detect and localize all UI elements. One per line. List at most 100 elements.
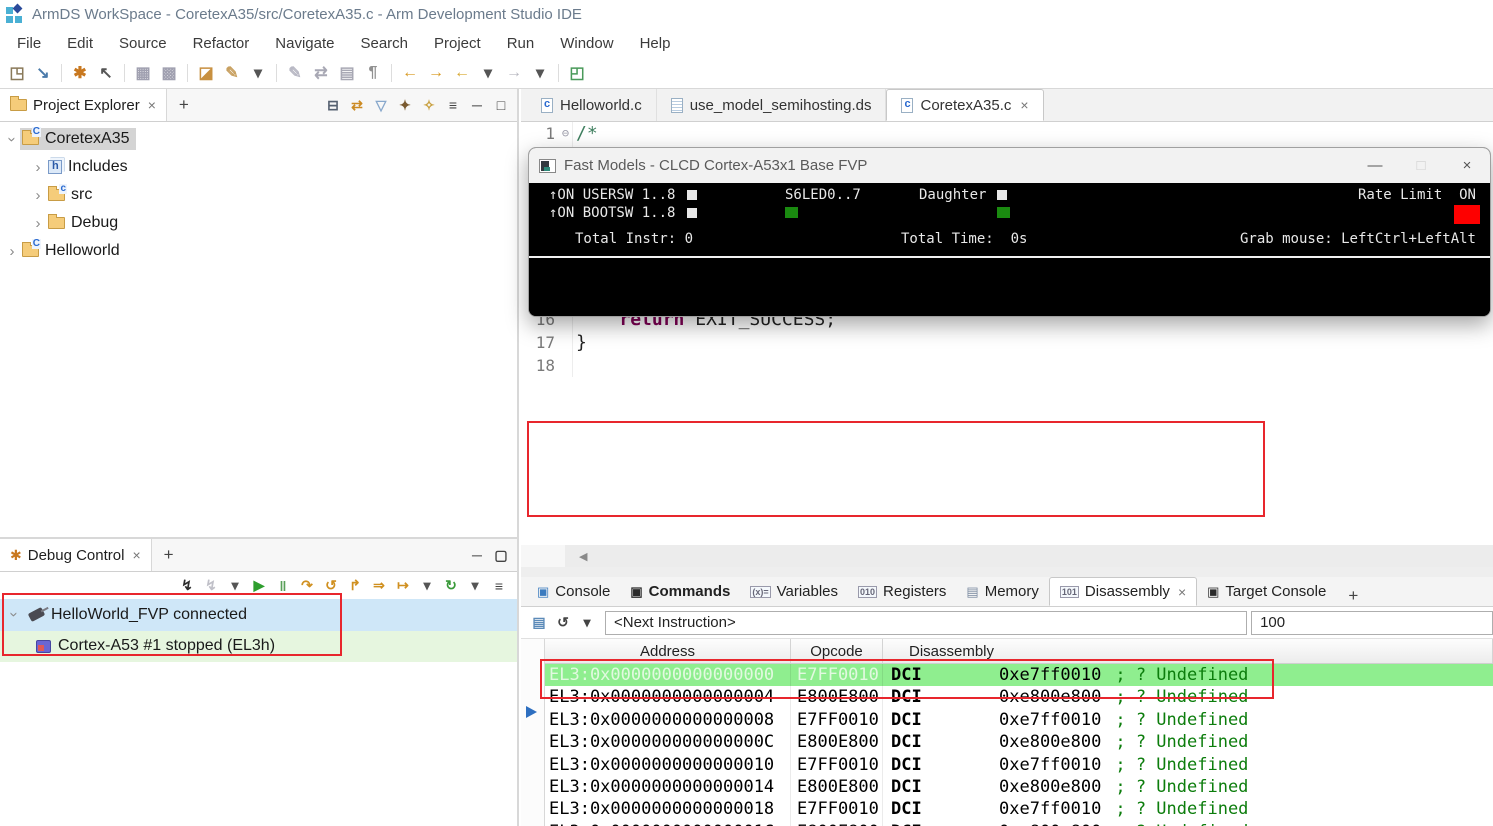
- save-all-icon[interactable]: ▩: [157, 61, 181, 85]
- column-header-opcode[interactable]: Opcode: [791, 639, 883, 663]
- close-icon[interactable]: ×: [1178, 584, 1186, 600]
- close-icon[interactable]: ×: [1020, 97, 1028, 113]
- step-instruction-icon[interactable]: ⇒: [368, 575, 390, 597]
- menu-project[interactable]: Project: [421, 35, 494, 52]
- disassembly-row[interactable]: EL3:0x000000000000000CE800E800DCI0xe800e…: [545, 731, 1493, 753]
- outline-icon[interactable]: ▤: [335, 61, 359, 85]
- minimize-icon[interactable]: ─: [466, 544, 488, 566]
- export-log-icon[interactable]: ▤: [528, 612, 550, 634]
- forward-icon[interactable]: →: [424, 61, 448, 85]
- step-out-icon[interactable]: ↺: [320, 575, 342, 597]
- tab-debug-control[interactable]: ✱ Debug Control ×: [0, 539, 152, 571]
- address-input[interactable]: <Next Instruction>: [605, 611, 1247, 635]
- debug-item[interactable]: ›HelloWorld_FVP connected: [0, 599, 517, 631]
- new-view-button[interactable]: +: [1336, 586, 1370, 606]
- editor-tab-helloworld.c[interactable]: Helloworld.c: [527, 89, 657, 121]
- tree-item-src[interactable]: ›src: [0, 181, 517, 209]
- tab-disassembly[interactable]: 101Disassembly×: [1049, 577, 1197, 606]
- chevron-icon[interactable]: ›: [4, 131, 21, 147]
- menu-navigate[interactable]: Navigate: [262, 35, 347, 52]
- menu-run[interactable]: Run: [494, 35, 548, 52]
- maximize-icon[interactable]: □: [490, 94, 512, 116]
- tree-item-coretexa35[interactable]: ›CoretexA35: [0, 125, 517, 153]
- scroll-left-icon[interactable]: ◀: [565, 550, 587, 563]
- dropdown-icon[interactable]: ▾: [464, 575, 486, 597]
- tab-variables[interactable]: (x)=Variables: [740, 577, 848, 606]
- debug-icon[interactable]: ✱: [68, 61, 92, 85]
- tree-item-includes[interactable]: ›Includes: [0, 153, 517, 181]
- disconnect-icon[interactable]: ↯: [200, 575, 222, 597]
- menu-source[interactable]: Source: [106, 35, 180, 52]
- fast-models-window[interactable]: Fast Models - CLCD Cortex-A53x1 Base FVP…: [528, 147, 1491, 317]
- tree-item-helloworld[interactable]: ›Helloworld: [0, 237, 517, 265]
- history-icon[interactable]: ↺: [552, 612, 574, 634]
- fast-models-title-bar[interactable]: Fast Models - CLCD Cortex-A53x1 Base FVP…: [529, 148, 1490, 183]
- import-icon[interactable]: ↘: [31, 61, 55, 85]
- open-element-icon[interactable]: ◪: [194, 61, 218, 85]
- chevron-icon[interactable]: ›: [30, 187, 46, 204]
- chevron-icon[interactable]: ›: [6, 607, 23, 623]
- disassembly-row[interactable]: EL3:0x0000000000000018E7FF0010DCI0xe7ff0…: [545, 798, 1493, 820]
- save-icon[interactable]: ▦: [131, 61, 155, 85]
- tab-target-console[interactable]: ▣Target Console: [1197, 577, 1336, 606]
- view-menu-icon[interactable]: ≡: [442, 94, 464, 116]
- new-view-button[interactable]: +: [167, 95, 201, 115]
- disassembly-row[interactable]: EL3:0x0000000000000004E800E800DCI0xe800e…: [545, 686, 1493, 708]
- new-file-icon[interactable]: ◳: [5, 61, 29, 85]
- format-icon[interactable]: ✎: [283, 61, 307, 85]
- close-button[interactable]: ×: [1444, 157, 1490, 174]
- filter-icon[interactable]: ▽: [370, 94, 392, 116]
- panel-splitter[interactable]: [521, 567, 1493, 577]
- next-annotation-icon[interactable]: →: [502, 61, 526, 85]
- fold-minus-icon[interactable]: ⊖: [559, 122, 573, 145]
- show-whitespace-icon[interactable]: ¶: [361, 61, 385, 85]
- open-perspective-icon[interactable]: ◰: [565, 61, 589, 85]
- disassembly-row[interactable]: EL3:0x0000000000000010E7FF0010DCI0xe7ff0…: [545, 754, 1493, 776]
- refresh-icon[interactable]: ↻: [440, 575, 462, 597]
- instruction-count-input[interactable]: 100: [1251, 611, 1493, 635]
- clean-icon[interactable]: ✧: [418, 94, 440, 116]
- dropdown-icon[interactable]: ▾: [576, 612, 598, 634]
- view-menu-icon[interactable]: ≡: [488, 575, 510, 597]
- pause-icon[interactable]: ‖: [272, 575, 294, 597]
- column-header-address[interactable]: Address: [545, 639, 791, 663]
- menu-file[interactable]: File: [4, 35, 54, 52]
- last-edit-icon[interactable]: ←: [450, 61, 474, 85]
- tab-project-explorer[interactable]: Project Explorer ×: [0, 89, 167, 121]
- minimize-button[interactable]: —: [1352, 157, 1398, 174]
- attach-debugger-icon[interactable]: ↖: [94, 61, 118, 85]
- link-refactor-icon[interactable]: ⇄: [309, 61, 333, 85]
- chevron-icon[interactable]: ›: [30, 159, 46, 176]
- minimize-icon[interactable]: ─: [466, 94, 488, 116]
- menu-search[interactable]: Search: [347, 35, 421, 52]
- close-icon[interactable]: ×: [132, 547, 140, 563]
- disassembly-row[interactable]: EL3:0x0000000000000014E800E800DCI0xe800e…: [545, 776, 1493, 798]
- collapse-all-icon[interactable]: ⊟: [322, 94, 344, 116]
- tab-memory[interactable]: ▤Memory: [956, 577, 1048, 606]
- dropdown-icon[interactable]: ▾: [224, 575, 246, 597]
- menu-window[interactable]: Window: [547, 35, 626, 52]
- dropdown-icon[interactable]: ▾: [528, 61, 552, 85]
- dropdown-icon[interactable]: ▾: [476, 61, 500, 85]
- back-icon[interactable]: ←: [398, 61, 422, 85]
- build-icon[interactable]: ✦: [394, 94, 416, 116]
- debug-item[interactable]: Cortex-A53 #1 stopped (EL3h): [0, 631, 517, 663]
- horizontal-scrollbar[interactable]: ◀: [521, 545, 1493, 567]
- dropdown-icon[interactable]: ▾: [416, 575, 438, 597]
- dropdown-icon[interactable]: ▾: [246, 61, 270, 85]
- editor-tab-coretexa35.c[interactable]: CoretexA35.c×: [886, 89, 1043, 121]
- step-over-icon[interactable]: ↷: [296, 575, 318, 597]
- maximize-icon[interactable]: ▢: [490, 544, 512, 566]
- disassembly-row[interactable]: EL3:0x0000000000000000E7FF0010DCI0xe7ff0…: [545, 664, 1493, 686]
- close-icon[interactable]: ×: [148, 97, 156, 113]
- maximize-button[interactable]: □: [1398, 157, 1444, 174]
- menu-edit[interactable]: Edit: [54, 35, 106, 52]
- connect-icon[interactable]: ↯: [176, 575, 198, 597]
- editor-tab-use_model_semihosting.ds[interactable]: use_model_semihosting.ds: [657, 89, 887, 121]
- link-with-editor-icon[interactable]: ⇄: [346, 94, 368, 116]
- rate-limit-led[interactable]: [1454, 205, 1480, 224]
- chevron-icon[interactable]: ›: [30, 215, 46, 232]
- menu-refactor[interactable]: Refactor: [180, 35, 263, 52]
- run-to-line-icon[interactable]: ↦: [392, 575, 414, 597]
- new-view-button[interactable]: +: [152, 545, 186, 565]
